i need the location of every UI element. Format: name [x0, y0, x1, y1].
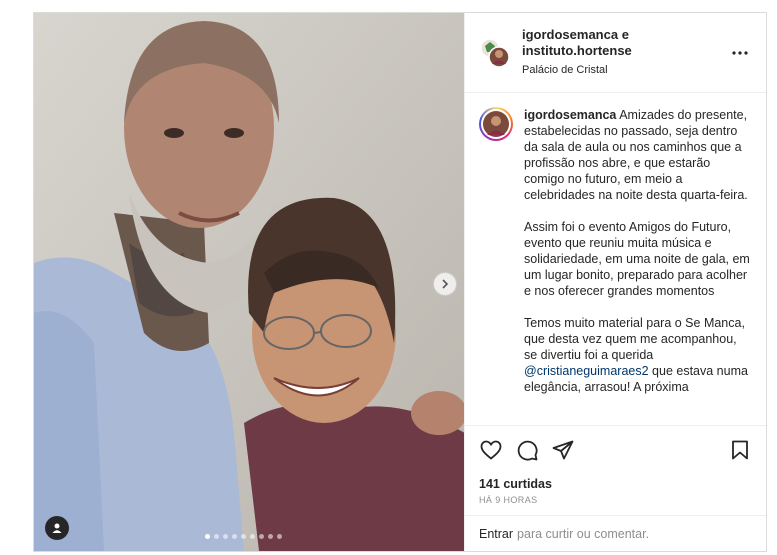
- post-card: igordosemanca e instituto.hortense Palác…: [33, 12, 767, 552]
- tagged-users-button[interactable]: [45, 516, 69, 540]
- caption-text: igordosemanca Amizades do presente, esta…: [524, 107, 752, 425]
- caption-paragraph: Temos muito material para o Se Manca, qu…: [524, 316, 745, 362]
- post-location[interactable]: Palácio de Cristal: [522, 62, 728, 78]
- caption-username[interactable]: igordosemanca: [524, 108, 616, 122]
- likes-count[interactable]: 141 curtidas: [479, 477, 752, 491]
- carousel-dot: [214, 534, 219, 539]
- carousel-dot: [259, 534, 264, 539]
- more-options-button[interactable]: [728, 41, 752, 65]
- action-bar: [465, 425, 766, 473]
- comment-icon: [517, 440, 538, 461]
- post-photo: [34, 13, 464, 551]
- comment-prompt: para curtir ou comentar.: [517, 526, 650, 541]
- user-tag-icon: [52, 523, 62, 533]
- share-icon: [552, 440, 574, 459]
- like-button[interactable]: [479, 438, 503, 462]
- heart-icon: [480, 440, 502, 460]
- caption-paragraph: Assim foi o evento Amigos do Futuro, eve…: [524, 220, 750, 298]
- carousel-dot: [241, 534, 246, 539]
- caption-avatar[interactable]: [479, 107, 513, 141]
- login-link[interactable]: Entrar: [479, 527, 513, 541]
- bookmark-icon: [732, 440, 748, 459]
- next-slide-button[interactable]: [433, 272, 457, 296]
- comment-button[interactable]: [515, 438, 539, 462]
- post-media[interactable]: [34, 13, 464, 551]
- post-header: igordosemanca e instituto.hortense Palác…: [465, 13, 766, 93]
- post-timestamp[interactable]: HÁ 9 HORAS: [479, 495, 752, 505]
- post-sidebar: igordosemanca e instituto.hortense Palác…: [464, 13, 766, 551]
- carousel-dot: [232, 534, 237, 539]
- avatar: [483, 111, 509, 137]
- caption-paragraph: Amizades do presente, estabelecidas no p…: [524, 108, 748, 202]
- caption-section: igordosemanca Amizades do presente, esta…: [465, 93, 766, 425]
- post-owner[interactable]: igordosemanca e instituto.hortense: [522, 27, 728, 59]
- save-button[interactable]: [728, 438, 752, 462]
- avatar: [480, 37, 510, 68]
- carousel-dot: [250, 534, 255, 539]
- more-icon: [732, 50, 748, 55]
- carousel-dot: [205, 534, 210, 539]
- collab-avatars[interactable]: [479, 37, 511, 69]
- chevron-right-icon: [442, 279, 449, 289]
- caption-mention[interactable]: @cristianeguimaraes2: [524, 364, 649, 378]
- share-button[interactable]: [551, 438, 575, 462]
- carousel-dot: [268, 534, 273, 539]
- carousel-dot: [277, 534, 282, 539]
- carousel-dot: [223, 534, 228, 539]
- post-stats: 141 curtidas HÁ 9 HORAS: [465, 473, 766, 515]
- comment-bar: Entrar para curtir ou comentar.: [465, 515, 766, 551]
- carousel-indicator: [205, 534, 282, 539]
